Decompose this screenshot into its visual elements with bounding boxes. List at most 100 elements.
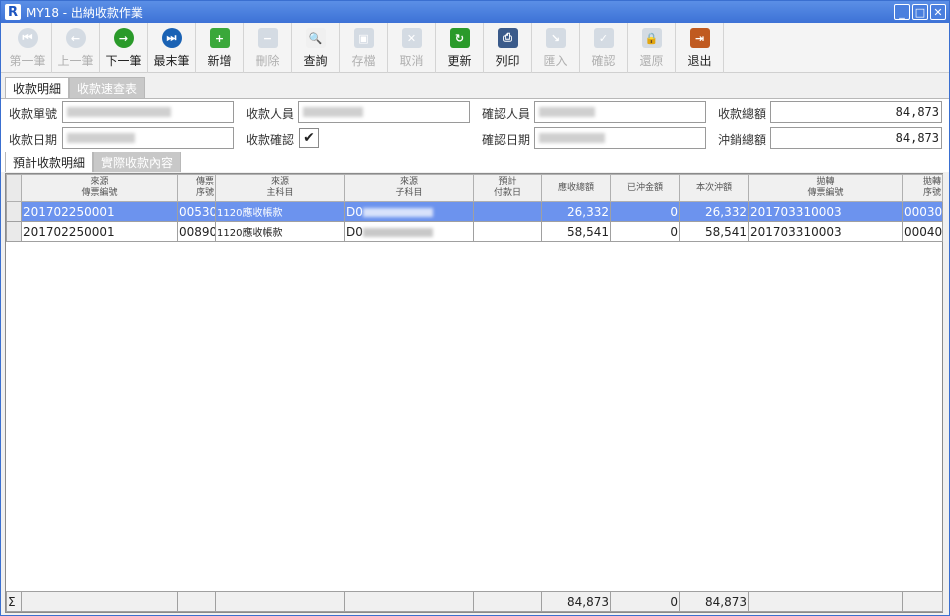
receipt-person-field[interactable]: [298, 101, 470, 123]
exit-button[interactable]: ⇥ 退出: [676, 23, 724, 73]
import-button[interactable]: ↘ 匯入: [532, 23, 580, 73]
cell-sub-account[interactable]: D0: [344, 201, 474, 222]
restore-icon: 🔒: [641, 28, 662, 48]
footer-this-writeoff-total: 84,873: [679, 591, 749, 612]
exit-icon: ⇥: [689, 28, 710, 48]
cancel-icon: ✕: [401, 28, 422, 48]
writeoff-total-label: 沖銷總額: [718, 133, 767, 147]
cell-this-writeoff[interactable]: 58,541: [679, 221, 749, 242]
cell-sub-account[interactable]: D0: [344, 221, 474, 242]
previous-record-icon: ←: [65, 28, 86, 48]
import-icon: ↘: [545, 28, 566, 48]
save-button[interactable]: ▣ 存檔: [340, 23, 388, 73]
cell-written-off[interactable]: 0: [610, 201, 680, 222]
refresh-icon: ↻: [449, 28, 470, 48]
row-indicator[interactable]: [6, 201, 22, 222]
cell-receivable[interactable]: 58,541: [541, 221, 611, 242]
first-record-button[interactable]: ⏮ 第一筆: [4, 23, 52, 73]
receipt-date-field[interactable]: [62, 127, 234, 149]
table-row[interactable]: 201702250001 00530 1120應收帳款 D0 26,332 0 …: [6, 201, 943, 222]
receipt-person-label: 收款人員: [246, 107, 295, 121]
printer-button[interactable]: ⎙ 列印: [484, 23, 532, 73]
cell-main-account[interactable]: 1120應收帳款: [215, 201, 345, 222]
confirm-icon: ✓: [593, 28, 614, 48]
cell-voucher-no[interactable]: 201702250001: [21, 221, 178, 242]
toolbar-button-label: 取消: [399, 54, 424, 68]
receipt-form: 收款單號 收款人員 確認人員 收款總額 84,873 收款日期 收款確認 ✔ 確…: [1, 98, 949, 152]
search-button[interactable]: 🔍 查詢: [292, 23, 340, 73]
column-header[interactable]: 應收總額: [541, 174, 611, 202]
sum-icon: Σ: [6, 591, 22, 612]
add-document-button[interactable]: + 新增: [196, 23, 244, 73]
toolbar-button-label: 刪除: [255, 54, 280, 68]
restore-button[interactable]: 🔒 還原: [628, 23, 676, 73]
cell-voucher-seq[interactable]: 00890: [177, 221, 216, 242]
maximize-button[interactable]: □: [912, 4, 928, 20]
toolbar-button-label: 新增: [207, 54, 232, 68]
toolbar: ⏮ 第一筆 ← 上一筆 → 下一筆 ⏭ 最末筆 + 新增 − 刪除 🔍 查詢 ▣ 存檔 ✕ 取消 ↻ 更新 ⎙ 列印 ↘ 匯入…: [1, 23, 949, 73]
next-record-icon: →: [113, 28, 134, 48]
cell-transfer-seq[interactable]: 00030: [902, 201, 943, 222]
tab-receipt-detail[interactable]: 收款明細: [5, 77, 70, 98]
refresh-button[interactable]: ↻ 更新: [436, 23, 484, 73]
writeoff-total-field[interactable]: 84,873: [770, 127, 942, 149]
save-icon: ▣: [353, 28, 374, 48]
toolbar-button-label: 查詢: [303, 54, 328, 68]
tab-receipt-search[interactable]: 收款速查表: [69, 77, 146, 98]
cell-due-date[interactable]: [473, 221, 542, 242]
delete-document-button[interactable]: − 刪除: [244, 23, 292, 73]
confirm-person-field[interactable]: [534, 101, 706, 123]
column-header[interactable]: 來源 傳票編號: [21, 174, 178, 202]
toolbar-button-label: 存檔: [351, 54, 376, 68]
main-tabs: 收款明細 收款速查表: [1, 76, 949, 98]
grid-footer: Σ 84,873 0 84,873: [6, 591, 943, 612]
first-record-icon: ⏮: [17, 28, 38, 48]
cell-transfer-seq[interactable]: 00040: [902, 221, 943, 242]
last-record-icon: ⏭: [161, 28, 182, 48]
column-header[interactable]: 傳票 序號: [177, 174, 216, 202]
confirm-button[interactable]: ✓ 確認: [580, 23, 628, 73]
cell-voucher-seq[interactable]: 00530: [177, 201, 216, 222]
footer-written-off-total: 0: [610, 591, 680, 612]
detail-subtabs: 預計收款明細 實際收款內容: [1, 151, 949, 172]
column-header[interactable]: 來源 子科目: [344, 174, 474, 202]
title-bar[interactable]: R MY18 - 出納收款作業 _ □ ✕: [1, 1, 949, 23]
receipt-no-field[interactable]: [62, 101, 234, 123]
tab-actual-receipts[interactable]: 實際收款內容: [93, 151, 182, 172]
column-header[interactable]: 拋轉 序號: [902, 174, 943, 202]
receipts-grid[interactable]: 來源 傳票編號 傳票 序號 來源 主科目 來源 子科目 預計 付款日 應收總額 已沖金額 …: [5, 173, 943, 613]
redacted-value: [362, 207, 433, 217]
toolbar-button-label: 還原: [639, 54, 664, 68]
previous-record-button[interactable]: ← 上一筆: [52, 23, 100, 73]
confirm-date-label: 確認日期: [482, 133, 531, 147]
toolbar-button-label: 第一筆: [9, 54, 46, 68]
cell-receivable[interactable]: 26,332: [541, 201, 611, 222]
last-record-button[interactable]: ⏭ 最末筆: [148, 23, 196, 73]
receipt-confirm-checkbox[interactable]: ✔: [299, 128, 319, 148]
column-header[interactable]: 已沖金額: [610, 174, 680, 202]
row-indicator[interactable]: [6, 221, 22, 242]
cell-transfer-voucher[interactable]: 201703310003: [748, 201, 903, 222]
table-row[interactable]: 201702250001 00890 1120應收帳款 D0 58,541 0 …: [6, 221, 943, 242]
tab-planned-receipts[interactable]: 預計收款明細: [5, 151, 94, 172]
total-received-field[interactable]: 84,873: [770, 101, 942, 123]
next-record-button[interactable]: → 下一筆: [100, 23, 148, 73]
cell-main-account[interactable]: 1120應收帳款: [215, 221, 345, 242]
receipt-no-label: 收款單號: [9, 107, 58, 121]
cell-written-off[interactable]: 0: [610, 221, 680, 242]
close-button[interactable]: ✕: [930, 4, 946, 20]
column-header[interactable]: 預計 付款日: [473, 174, 542, 202]
column-header[interactable]: 拋轉 傳票編號: [748, 174, 903, 202]
cell-due-date[interactable]: [473, 201, 542, 222]
cell-transfer-voucher[interactable]: 201703310003: [748, 221, 903, 242]
cancel-button[interactable]: ✕ 取消: [388, 23, 436, 73]
column-header[interactable]: 本次沖額: [679, 174, 749, 202]
cell-this-writeoff[interactable]: 26,332: [679, 201, 749, 222]
confirm-date-field[interactable]: [534, 127, 706, 149]
minimize-button[interactable]: _: [894, 4, 910, 20]
cell-voucher-no[interactable]: 201702250001: [21, 201, 178, 222]
column-header[interactable]: 來源 主科目: [215, 174, 345, 202]
toolbar-button-label: 下一筆: [105, 54, 142, 68]
redacted-value: [362, 227, 433, 237]
add-document-icon: +: [209, 28, 230, 48]
